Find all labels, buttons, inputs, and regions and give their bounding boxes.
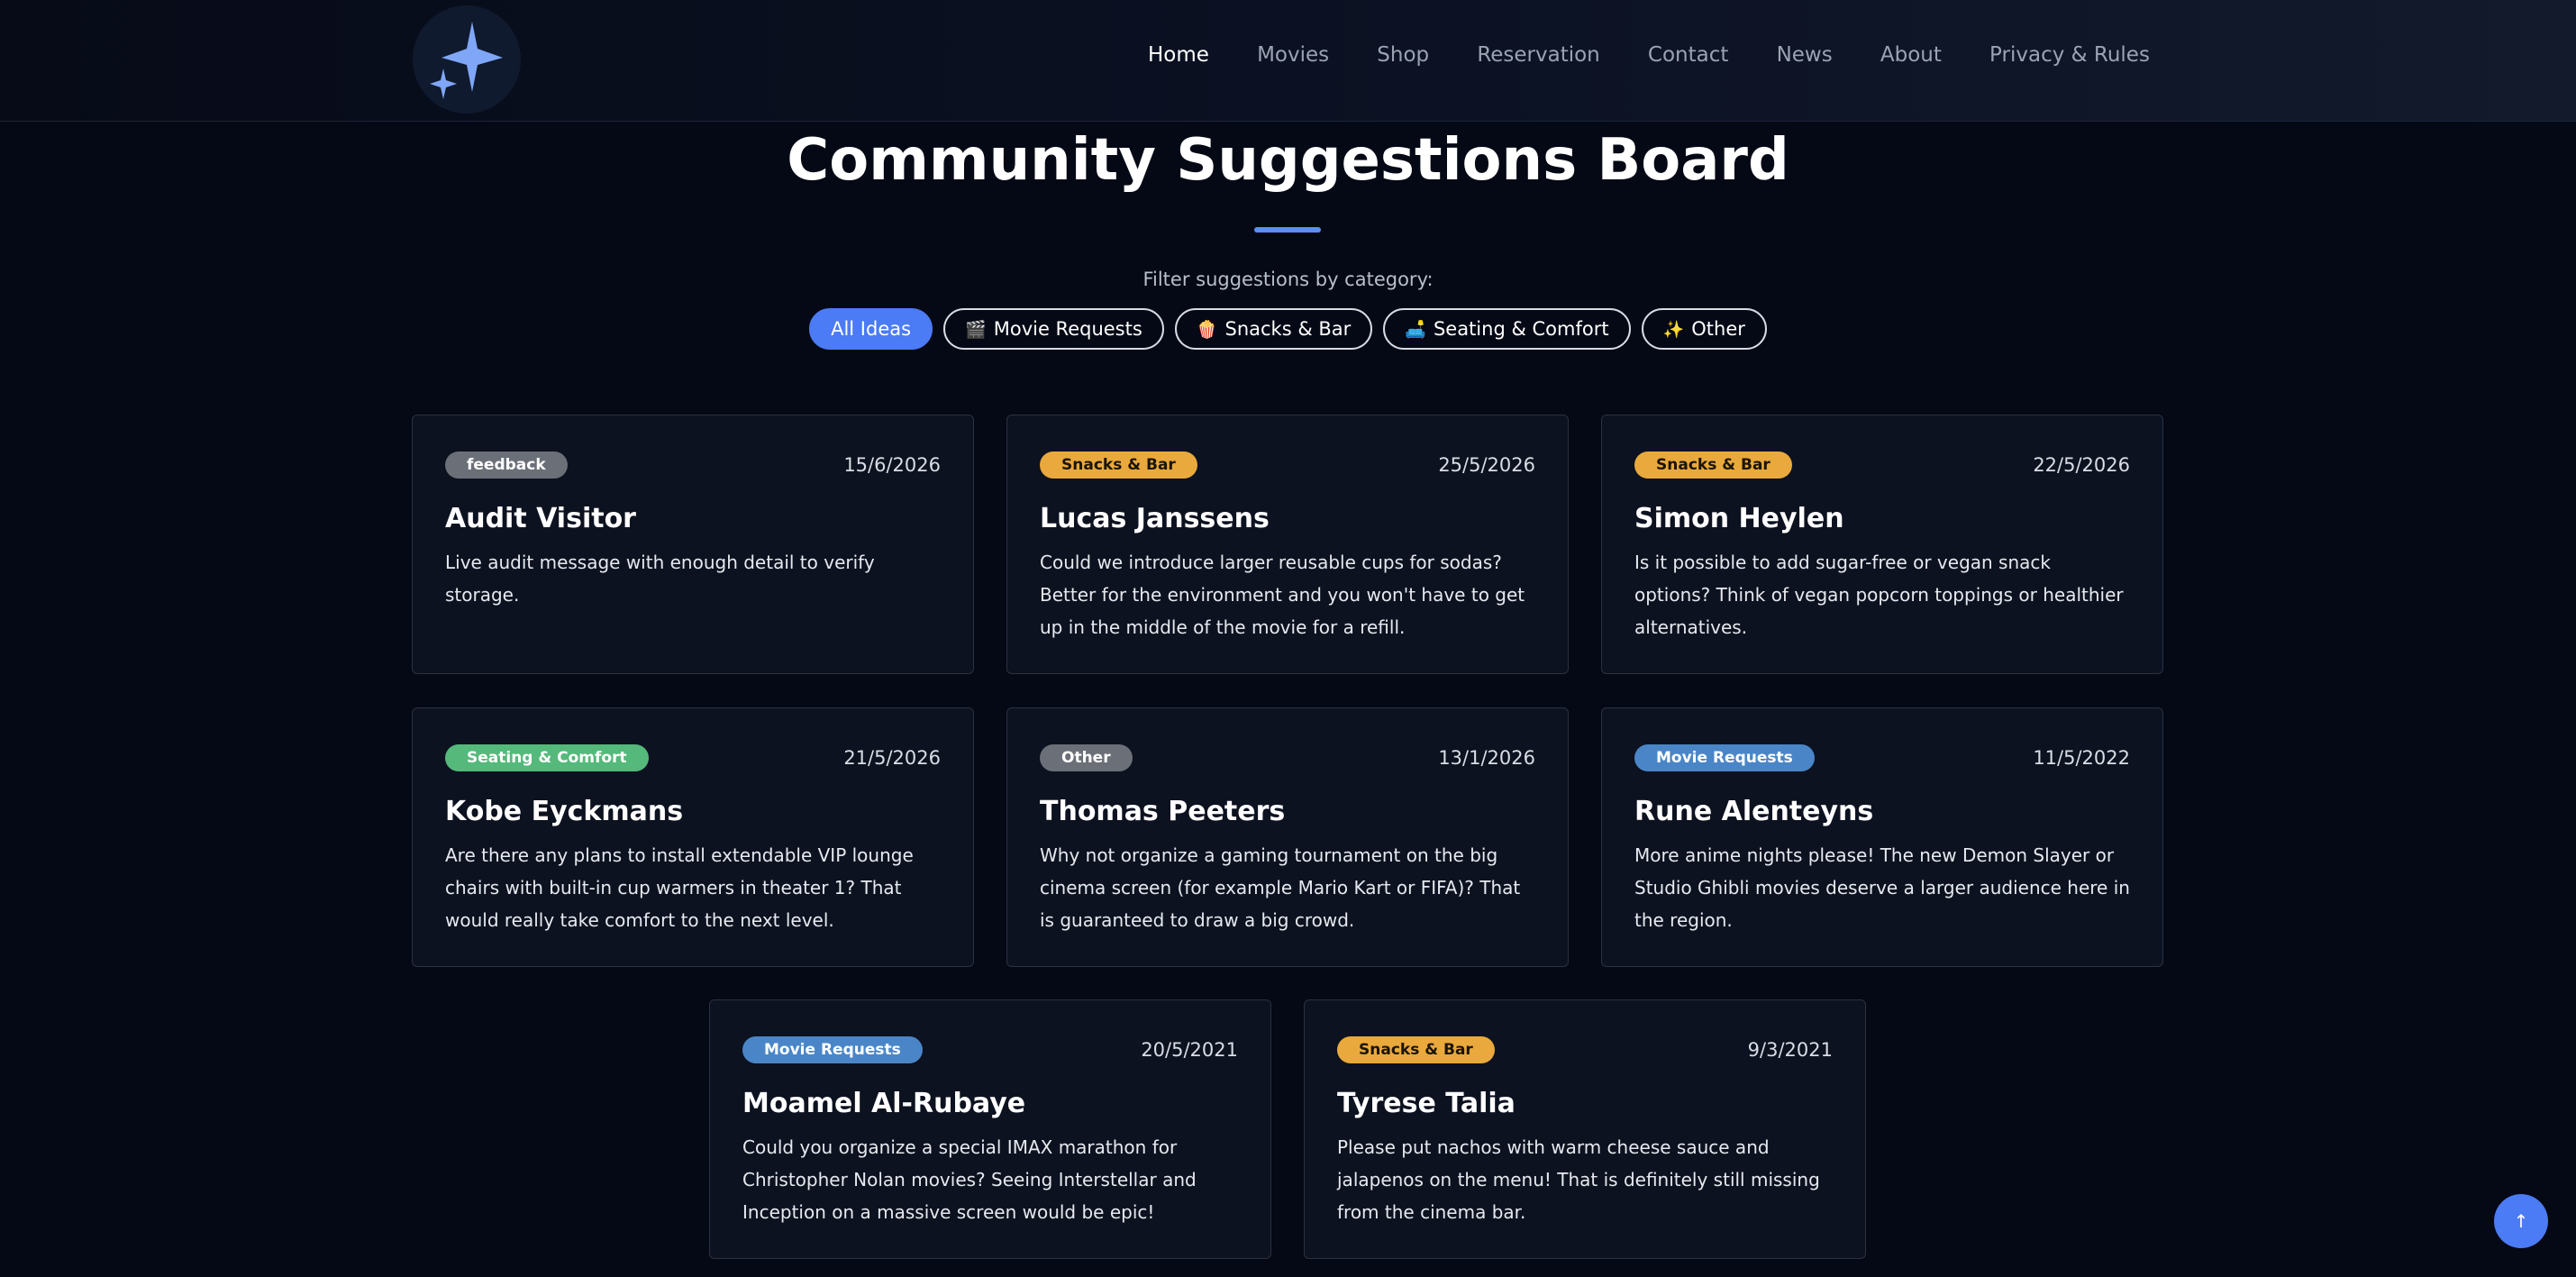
suggestion-message: Could you organize a special IMAX marath… <box>742 1136 1197 1223</box>
category-filters: All Ideas 🎬 Movie Requests 🍿 Snacks & Ba… <box>0 308 2576 350</box>
site-header: Home Movies Shop Reservation Contact New… <box>0 0 2576 122</box>
nav-news[interactable]: News <box>1764 43 1845 67</box>
nav-privacy-rules[interactable]: Privacy & Rules <box>1977 43 2162 67</box>
category-badge: Snacks & Bar <box>1040 452 1197 479</box>
filter-all-ideas[interactable]: All Ideas <box>809 308 933 350</box>
suggestion-date: 9/3/2021 <box>1747 1039 1833 1061</box>
clapperboard-icon: 🎬 <box>965 319 987 340</box>
suggestion-message: Are there any plans to install extendabl… <box>445 844 914 931</box>
filter-label-movie-requests: Movie Requests <box>993 318 1142 340</box>
suggestion-card: Movie Requests 11/5/2022 Rune Alenteyns … <box>1601 707 2163 967</box>
suggestion-card: Movie Requests 20/5/2021 Moamel Al-Rubay… <box>709 999 1271 1259</box>
suggestion-author: Simon Heylen <box>1634 503 1844 534</box>
filter-label-seating-comfort: Seating & Comfort <box>1433 318 1609 340</box>
nav-about[interactable]: About <box>1868 43 1954 67</box>
sparkle-logo-icon <box>430 22 503 99</box>
suggestion-date: 15/6/2026 <box>843 454 941 476</box>
suggestion-card: Other 13/1/2026 Thomas Peeters Why not o… <box>1006 707 1569 967</box>
suggestion-message: Please put nachos with warm cheese sauce… <box>1337 1136 1820 1223</box>
main-nav: Home Movies Shop Reservation Contact New… <box>1135 32 2162 78</box>
suggestion-message: Could we introduce larger reusable cups … <box>1040 552 1525 638</box>
category-badge: Snacks & Bar <box>1337 1036 1495 1063</box>
suggestion-card: Seating & Comfort 21/5/2026 Kobe Eyckman… <box>412 707 974 967</box>
filter-label-all-ideas: All Ideas <box>831 318 912 340</box>
suggestion-author: Tyrese Talia <box>1337 1088 1516 1119</box>
suggestion-author: Kobe Eyckmans <box>445 796 684 827</box>
suggestion-date: 13/1/2026 <box>1438 747 1535 769</box>
suggestion-card: Snacks & Bar 25/5/2026 Lucas Janssens Co… <box>1006 415 1569 674</box>
suggestion-author: Moamel Al-Rubaye <box>742 1088 1026 1119</box>
nav-movies[interactable]: Movies <box>1244 43 1342 67</box>
category-badge: Movie Requests <box>742 1036 923 1063</box>
logo[interactable] <box>413 5 521 114</box>
sparkles-icon: ✨ <box>1662 319 1685 340</box>
category-badge: Seating & Comfort <box>445 744 649 771</box>
nav-reservation[interactable]: Reservation <box>1464 43 1612 67</box>
suggestion-date: 25/5/2026 <box>1438 454 1535 476</box>
suggestion-date: 20/5/2021 <box>1141 1039 1238 1061</box>
filter-other[interactable]: ✨ Other <box>1641 308 1767 350</box>
category-badge: Other <box>1040 744 1133 771</box>
popcorn-icon: 🍿 <box>1196 319 1218 340</box>
category-badge: Movie Requests <box>1634 744 1815 771</box>
couch-icon: 🛋️ <box>1405 319 1426 340</box>
suggestion-message: Is it possible to add sugar-free or vega… <box>1634 552 2124 638</box>
nav-contact[interactable]: Contact <box>1635 43 1741 67</box>
page-title: Community Suggestions Board <box>787 127 1789 194</box>
suggestion-card: Snacks & Bar 9/3/2021 Tyrese Talia Pleas… <box>1304 999 1866 1259</box>
suggestion-author: Thomas Peeters <box>1040 796 1286 827</box>
suggestion-date: 21/5/2026 <box>843 747 941 769</box>
suggestion-card: feedback 15/6/2026 Audit Visitor Live au… <box>412 415 974 674</box>
arrow-up-icon: ↑ <box>2513 1210 2529 1232</box>
filter-seating-comfort[interactable]: 🛋️ Seating & Comfort <box>1383 308 1631 350</box>
filter-label-snacks-bar: Snacks & Bar <box>1224 318 1352 340</box>
suggestion-message: More anime nights please! The new Demon … <box>1634 844 2130 931</box>
filter-snacks-bar[interactable]: 🍿 Snacks & Bar <box>1174 308 1373 350</box>
suggestion-author: Audit Visitor <box>445 503 636 534</box>
suggestion-message: Live audit message with enough detail to… <box>445 552 875 606</box>
filter-label-other: Other <box>1691 318 1745 340</box>
nav-shop[interactable]: Shop <box>1364 43 1442 67</box>
title-underline <box>1254 227 1321 233</box>
suggestion-date: 11/5/2022 <box>2033 747 2130 769</box>
suggestion-card: Snacks & Bar 22/5/2026 Simon Heylen Is i… <box>1601 415 2163 674</box>
suggestion-date: 22/5/2026 <box>2033 454 2130 476</box>
suggestion-message: Why not organize a gaming tournament on … <box>1040 844 1521 931</box>
filter-movie-requests[interactable]: 🎬 Movie Requests <box>943 308 1164 350</box>
category-badge: Snacks & Bar <box>1634 452 1792 479</box>
filter-label: Filter suggestions by category: <box>1142 269 1434 290</box>
nav-home[interactable]: Home <box>1135 43 1222 67</box>
suggestion-author: Lucas Janssens <box>1040 503 1270 534</box>
suggestion-author: Rune Alenteyns <box>1634 796 1874 827</box>
scroll-to-top-button[interactable]: ↑ <box>2494 1194 2548 1248</box>
category-badge: feedback <box>445 452 568 479</box>
